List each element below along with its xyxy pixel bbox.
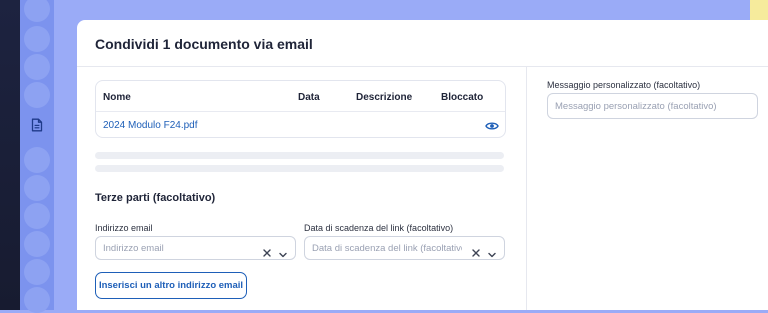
email-select [95,236,296,260]
chevron-down-icon [488,252,496,258]
message-label: Messaggio personalizzato (facoltativo) [547,80,701,90]
column-header-description: Descrizione [356,92,413,103]
sidebar-item[interactable] [24,54,50,80]
sidebar-item[interactable] [24,203,50,229]
clear-expiry-button[interactable] [472,244,480,257]
sidebar-item[interactable] [24,287,50,313]
sidebar-item[interactable] [24,0,50,22]
expiry-dropdown-button[interactable] [488,245,496,258]
sidebar-rail [20,0,54,313]
documents-table: Nome Data Descrizione Bloccato 2024 Modu… [95,80,506,138]
sidebar-item[interactable] [24,147,50,173]
third-parties-title: Terze parti (facoltativo) [95,192,216,204]
sidebar-item[interactable] [24,231,50,257]
close-icon [263,249,271,257]
share-dialog: Condividi 1 documento via email Nome Dat… [77,20,768,310]
close-icon [472,249,480,257]
loading-placeholder [95,152,504,159]
expiry-label: Data di scadenza del link (facoltativo) [304,223,454,233]
sidebar-item[interactable] [24,259,50,285]
eye-icon [485,122,499,130]
expiry-input[interactable] [312,237,462,259]
expiry-select [304,236,505,260]
app-edge [0,0,20,310]
message-field [547,93,758,119]
document-link[interactable]: 2024 Modulo F24.pdf [103,120,198,131]
column-divider [526,67,527,310]
document-icon [31,118,43,132]
column-header-date: Data [298,92,320,103]
loading-placeholder [95,165,504,172]
backdrop [54,0,750,20]
chevron-down-icon [279,252,287,258]
sidebar-item[interactable] [24,82,50,108]
email-label: Indirizzo email [95,223,153,233]
email-input[interactable] [103,237,253,259]
add-email-button[interactable]: Inserisci un altro indirizzo email [95,272,247,299]
table-divider [96,111,505,112]
sidebar-item[interactable] [24,26,50,52]
clear-email-button[interactable] [263,244,271,257]
column-header-name: Nome [103,92,131,103]
backdrop-accent [750,0,768,20]
message-input[interactable] [555,94,750,118]
dialog-title: Condividi 1 documento via email [95,36,313,52]
preview-button[interactable] [485,119,499,131]
header-divider [77,66,768,67]
email-dropdown-button[interactable] [279,245,287,258]
sidebar-item-documents[interactable] [24,112,50,138]
column-header-locked: Bloccato [441,92,484,103]
sidebar-item[interactable] [24,175,50,201]
